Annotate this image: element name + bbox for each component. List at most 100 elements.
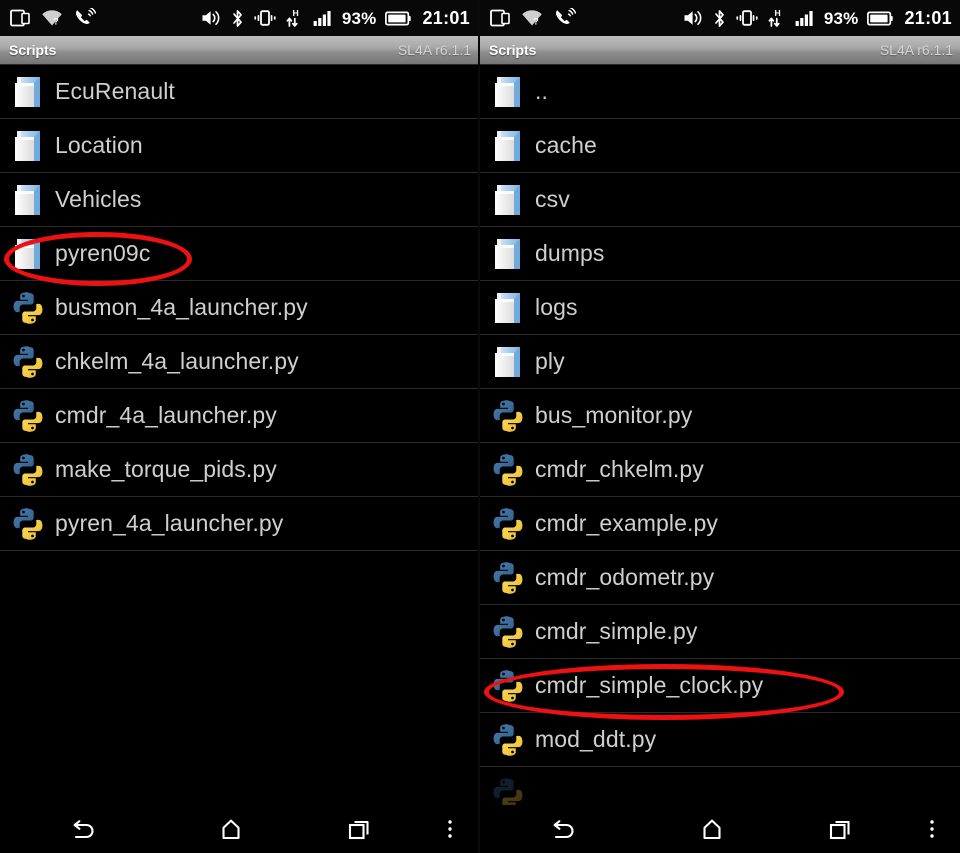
- overflow-menu-button[interactable]: [422, 805, 478, 853]
- python-icon-wrap: [8, 395, 48, 437]
- folder-icon-wrap: [488, 125, 528, 167]
- status-bar-right-icons-2: H 93% 21:01: [683, 8, 952, 28]
- vibrate-icon: [736, 10, 758, 26]
- app-version-label: SL4A r6.1.1: [879, 42, 953, 58]
- back-button[interactable]: [0, 805, 167, 853]
- python-icon: [493, 778, 523, 805]
- python-icon-wrap: [488, 395, 528, 437]
- speaker-on-icon: [684, 11, 702, 25]
- file-list-row[interactable]: cmdr_simple.py: [480, 605, 960, 659]
- svg-text:H: H: [292, 8, 298, 18]
- folder-icon: [495, 292, 520, 323]
- python-icon: [493, 669, 523, 702]
- python-icon-wrap: [488, 773, 528, 805]
- app-title-label: Scripts: [9, 42, 57, 58]
- file-name-label: ..: [535, 78, 548, 104]
- app-version-label: SL4A r6.1.1: [397, 42, 471, 58]
- python-icon: [493, 615, 523, 648]
- file-list-row[interactable]: Location: [0, 119, 478, 173]
- python-icon-wrap: [488, 611, 528, 653]
- file-name-label: mod_ddt.py: [535, 726, 657, 752]
- wifi-unknown-icon: ?: [522, 10, 542, 26]
- hspa-data-icon: H: [768, 8, 781, 27]
- back-icon: [553, 820, 574, 839]
- overflow-menu-button[interactable]: [904, 805, 960, 853]
- python-icon-wrap: [8, 503, 48, 545]
- folder-icon-wrap: [8, 233, 48, 275]
- folder-icon-wrap: [8, 125, 48, 167]
- file-name-label: bus_monitor.py: [535, 402, 693, 428]
- file-list-row[interactable]: csv: [480, 173, 960, 227]
- file-name-label: cmdr_simple_clock.py: [535, 672, 764, 698]
- folder-icon: [495, 130, 520, 161]
- file-name-label: csv: [535, 186, 570, 212]
- status-bar-right-icons: H 93% 21:01: [201, 8, 470, 28]
- folder-icon-wrap: [488, 71, 528, 113]
- file-list-row[interactable]: pyren09c: [0, 227, 478, 281]
- file-list-row[interactable]: cmdr_4a_launcher.py: [0, 389, 478, 443]
- file-list-row[interactable]: make_torque_pids.py: [0, 443, 478, 497]
- wifi-unknown-icon: ?: [42, 10, 62, 26]
- recents-button[interactable]: [295, 805, 422, 853]
- python-icon: [13, 507, 43, 540]
- svg-text:H: H: [774, 8, 780, 18]
- status-bar-left-icons: ?: [10, 8, 96, 28]
- file-list-row[interactable]: dumps: [480, 227, 960, 281]
- bluetooth-icon: [232, 9, 242, 27]
- file-name-label: busmon_4a_launcher.py: [55, 294, 308, 320]
- file-name-label: ply: [535, 348, 565, 374]
- file-list-row[interactable]: EcuRenault: [0, 65, 478, 119]
- file-name-label: pyren_4a_launcher.py: [55, 510, 284, 536]
- bluetooth-icon: [714, 9, 724, 27]
- battery-icon: [867, 11, 894, 25]
- nav-bar-right: [480, 805, 960, 853]
- file-list-row[interactable]: pyren_4a_launcher.py: [0, 497, 478, 551]
- file-list-row[interactable]: [480, 767, 960, 805]
- file-list-right[interactable]: .. cache csv dumps logs ply bus_monitor.…: [480, 65, 960, 805]
- file-name-label: Location: [55, 132, 143, 158]
- file-list-row[interactable]: bus_monitor.py: [480, 389, 960, 443]
- file-list-row[interactable]: logs: [480, 281, 960, 335]
- file-list-row[interactable]: cache: [480, 119, 960, 173]
- file-list-row[interactable]: cmdr_example.py: [480, 497, 960, 551]
- title-bar-left: Scripts SL4A r6.1.1: [0, 36, 478, 65]
- file-list-row[interactable]: cmdr_odometr.py: [480, 551, 960, 605]
- file-list-row[interactable]: cmdr_chkelm.py: [480, 443, 960, 497]
- speaker-on-icon: [202, 11, 220, 25]
- recents-button[interactable]: [776, 805, 904, 853]
- file-list-left[interactable]: EcuRenault Location Vehicles pyren09c bu…: [0, 65, 478, 805]
- python-icon: [13, 291, 43, 324]
- home-button[interactable]: [167, 805, 294, 853]
- folder-icon: [495, 346, 520, 377]
- python-icon: [13, 345, 43, 378]
- back-button[interactable]: [480, 805, 648, 853]
- file-list-row[interactable]: cmdr_simple_clock.py: [480, 659, 960, 713]
- file-name-label: make_torque_pids.py: [55, 456, 277, 482]
- signal-bars-icon: [313, 11, 331, 26]
- folder-icon: [15, 184, 40, 215]
- title-bar-right: Scripts SL4A r6.1.1: [480, 36, 960, 65]
- file-name-label: dumps: [535, 240, 605, 266]
- folder-icon: [495, 76, 520, 107]
- python-icon-wrap: [488, 557, 528, 599]
- home-button[interactable]: [648, 805, 776, 853]
- status-bar-left: ? H 93% 21:01: [0, 0, 478, 36]
- battery-percent-label: 93%: [823, 8, 859, 28]
- folder-icon: [15, 130, 40, 161]
- folder-icon-wrap: [488, 179, 528, 221]
- file-list-row[interactable]: Vehicles: [0, 173, 478, 227]
- file-name-label: cmdr_simple.py: [535, 618, 698, 644]
- file-list-row[interactable]: busmon_4a_launcher.py: [0, 281, 478, 335]
- app-title-label: Scripts: [489, 42, 537, 58]
- python-icon-wrap: [8, 449, 48, 491]
- battery-percent-label: 93%: [341, 8, 377, 28]
- file-name-label: cache: [535, 132, 597, 158]
- folder-icon: [495, 184, 520, 215]
- file-list-row[interactable]: chkelm_4a_launcher.py: [0, 335, 478, 389]
- file-list-row[interactable]: ply: [480, 335, 960, 389]
- python-icon: [493, 561, 523, 594]
- android-screenshot-dual-panel: ? H 93% 21:01 Scripts SL4A r6.1.1 EcuRen…: [0, 0, 960, 853]
- file-list-row[interactable]: ..: [480, 65, 960, 119]
- python-icon-wrap: [488, 665, 528, 707]
- file-list-row[interactable]: mod_ddt.py: [480, 713, 960, 767]
